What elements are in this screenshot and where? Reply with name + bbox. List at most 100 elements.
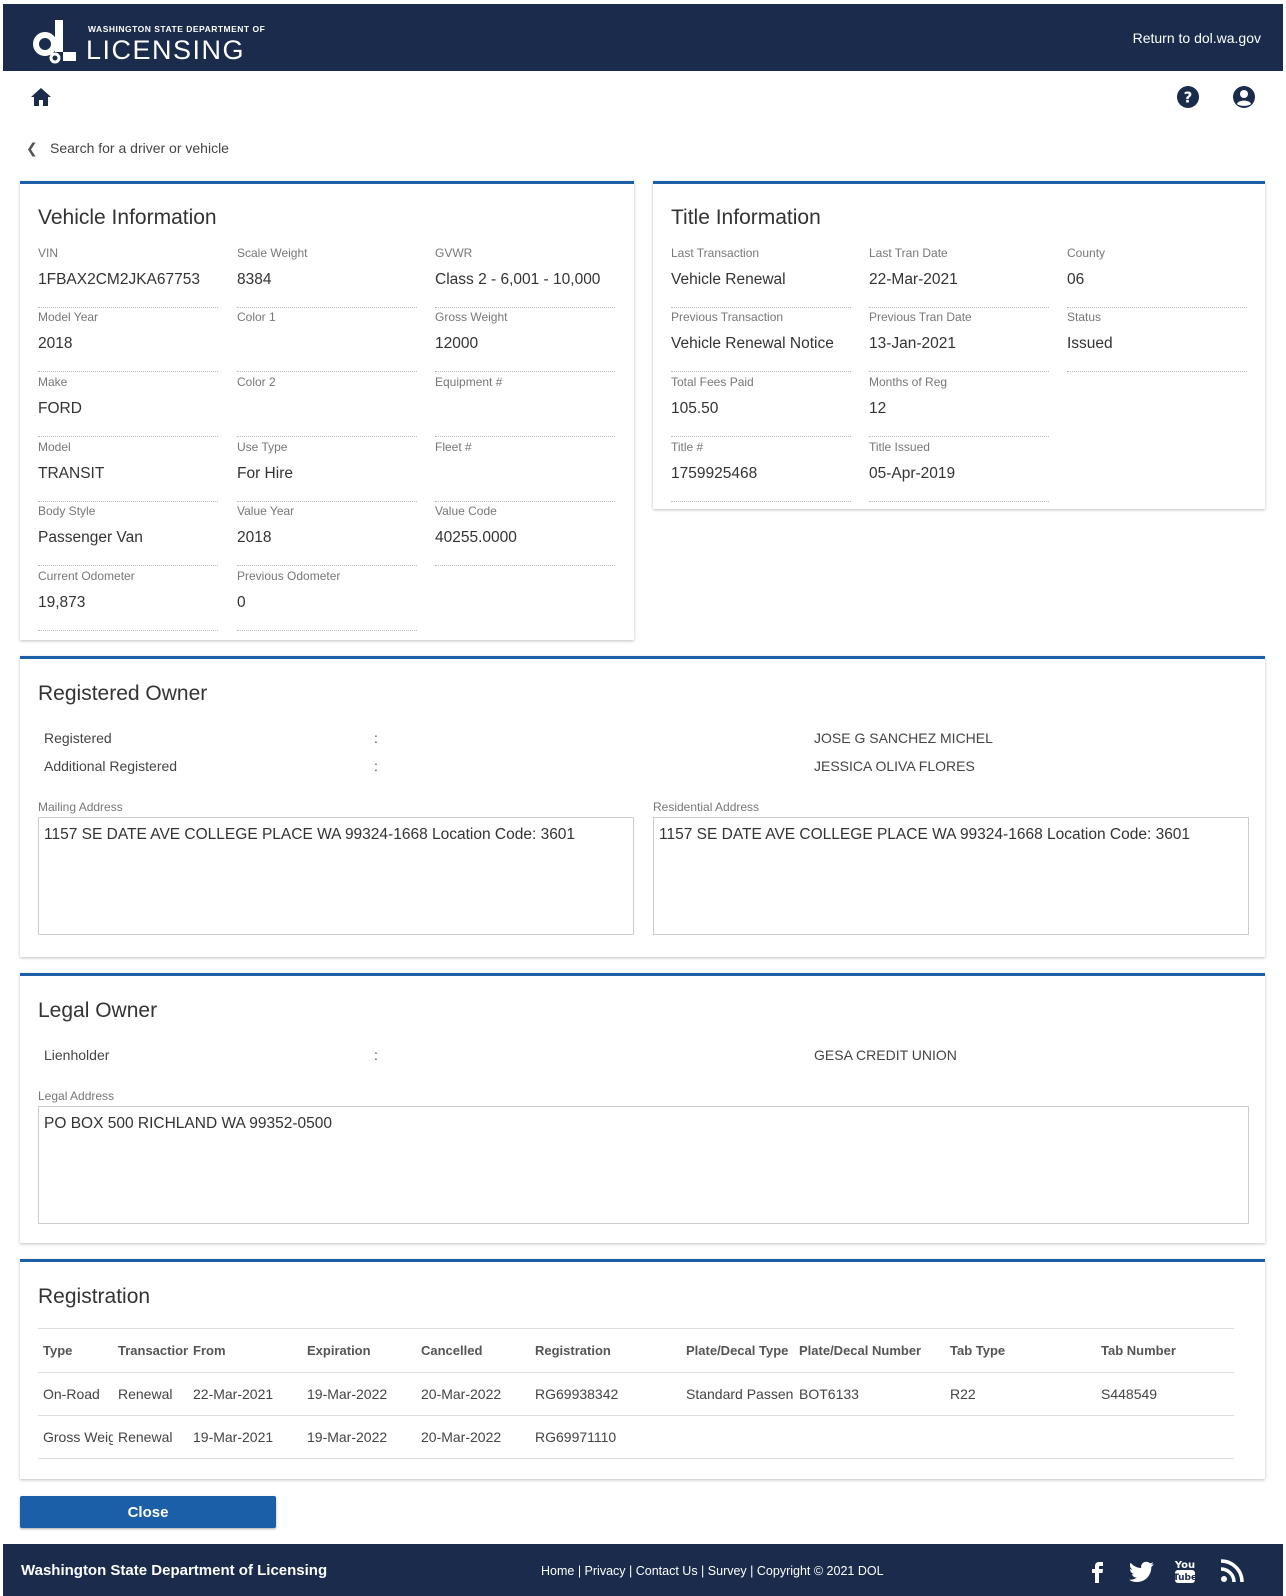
- registration-title: Registration: [38, 1285, 151, 1308]
- county-field: County 06: [1067, 246, 1247, 308]
- chevron-left-icon: ❮: [26, 140, 38, 156]
- logo-subtitle: WASHINGTON STATE DEPARTMENT OF: [88, 24, 266, 34]
- current-odometer-field: Current Odometer 19,873: [38, 569, 218, 631]
- table-cell: 22-Mar-2021: [188, 1372, 302, 1416]
- top-header: WASHINGTON STATE DEPARTMENT OF LICENSING…: [3, 4, 1283, 71]
- table-cell: RG69971110: [530, 1415, 681, 1459]
- lienholder-value: GESA CREDIT UNION: [814, 1047, 957, 1063]
- footer-links: Home | Privacy | Contact Us | Survey | C…: [541, 1564, 884, 1578]
- fleet-number-field: Fleet #: [435, 440, 615, 502]
- col-tab-number[interactable]: Tab Number: [1096, 1328, 1234, 1373]
- table-cell: S448549: [1096, 1372, 1234, 1416]
- previous-transaction-field: Previous Transaction Vehicle Renewal Not…: [671, 310, 851, 372]
- registration-header-row: Type Transaction From Expiration Cancell…: [38, 1328, 1234, 1373]
- title-issued-field: Title Issued 05-Apr-2019: [869, 440, 1049, 502]
- title-information-card: Title Information Last Transaction Vehic…: [653, 181, 1265, 509]
- footer-separator: |: [746, 1564, 757, 1578]
- additional-registered-value: JESSICA OLIVA FLORES: [814, 758, 975, 774]
- gross-weight-field: Gross Weight 12000: [435, 310, 615, 372]
- footer-separator: |: [625, 1564, 636, 1578]
- footer-copyright[interactable]: Copyright © 2021 DOL: [757, 1564, 884, 1578]
- col-from[interactable]: From: [188, 1328, 302, 1373]
- breadcrumb-back-link[interactable]: ❮ Search for a driver or vehicle: [26, 140, 229, 157]
- last-transaction-field: Last Transaction Vehicle Renewal: [671, 246, 851, 308]
- footer-link-survey[interactable]: Survey: [708, 1564, 747, 1578]
- title-information-title: Title Information: [671, 206, 821, 229]
- scale-weight-field: Scale Weight 8384: [237, 246, 417, 308]
- col-plate-decal-number[interactable]: Plate/Decal Number: [794, 1328, 945, 1373]
- legal-owner-card: Legal Owner Lienholder : GESA CREDIT UNI…: [20, 973, 1265, 1243]
- table-cell: Renewal: [113, 1415, 188, 1459]
- total-fees-paid-field: Total Fees Paid 105.50: [671, 375, 851, 437]
- mailing-address-label: Mailing Address: [38, 800, 123, 814]
- svg-text:Tube: Tube: [1173, 1573, 1197, 1583]
- table-cell: [945, 1415, 1096, 1459]
- value-code-field: Value Code 40255.0000: [435, 504, 615, 566]
- col-expiration[interactable]: Expiration: [302, 1328, 416, 1373]
- col-transaction[interactable]: Transaction: [113, 1328, 188, 1373]
- facebook-icon[interactable]: [1082, 1556, 1112, 1586]
- vehicle-information-card: Vehicle Information VIN 1FBAX2CM2JKA6775…: [20, 181, 634, 640]
- months-of-reg-field: Months of Reg 12: [869, 375, 1049, 437]
- table-cell: [1096, 1415, 1234, 1459]
- close-button[interactable]: Close: [20, 1496, 276, 1528]
- title-number-field: Title # 1759925468: [671, 440, 851, 502]
- table-row: On-Road Renewal 22-Mar-2021 19-Mar-2022 …: [38, 1372, 1234, 1416]
- registration-card: Registration Type Transaction From Expir…: [20, 1259, 1265, 1479]
- registered-label: Registered: [44, 730, 112, 746]
- col-tab-type[interactable]: Tab Type: [945, 1328, 1096, 1373]
- table-cell: [681, 1415, 794, 1459]
- color-1-field: Color 1: [237, 310, 417, 372]
- footer-link-privacy[interactable]: Privacy: [585, 1564, 626, 1578]
- value-year-field: Value Year 2018: [237, 504, 417, 566]
- registration-table: Type Transaction From Expiration Cancell…: [38, 1328, 1234, 1459]
- lienholder-colon: :: [374, 1047, 378, 1063]
- table-cell: BOT6133: [794, 1372, 945, 1416]
- additional-registered-colon: :: [374, 758, 378, 774]
- last-tran-date-field: Last Tran Date 22-Mar-2021: [869, 246, 1049, 308]
- legal-owner-title: Legal Owner: [38, 999, 158, 1022]
- model-year-field: Model Year 2018: [38, 310, 218, 372]
- return-to-dol-link[interactable]: Return to dol.wa.gov: [1133, 30, 1261, 46]
- col-plate-decal-type[interactable]: Plate/Decal Type: [681, 1328, 794, 1373]
- breadcrumb-label: Search for a driver or vehicle: [50, 140, 229, 156]
- col-type[interactable]: Type: [38, 1328, 113, 1373]
- rss-icon[interactable]: [1217, 1556, 1247, 1586]
- gvwr-field: GVWR Class 2 - 6,001 - 10,000: [435, 246, 615, 308]
- help-icon[interactable]: ?: [1176, 85, 1200, 109]
- home-icon[interactable]: [30, 86, 52, 108]
- dol-logo[interactable]: WASHINGTON STATE DEPARTMENT OF LICENSING: [33, 18, 273, 64]
- footer-separator: |: [574, 1564, 585, 1578]
- previous-odometer-field: Previous Odometer 0: [237, 569, 417, 631]
- vin-field: VIN 1FBAX2CM2JKA67753: [38, 246, 218, 308]
- body-style-field: Body Style Passenger Van: [38, 504, 218, 566]
- youtube-icon[interactable]: You Tube: [1170, 1556, 1200, 1586]
- twitter-icon[interactable]: [1127, 1556, 1157, 1586]
- legal-address-label: Legal Address: [38, 1089, 115, 1103]
- col-registration[interactable]: Registration: [530, 1328, 681, 1373]
- table-cell: 20-Mar-2022: [416, 1415, 530, 1459]
- registered-colon: :: [374, 730, 378, 746]
- residential-address-box: 1157 SE DATE AVE COLLEGE PLACE WA 99324-…: [653, 817, 1249, 935]
- registered-value: JOSE G SANCHEZ MICHEL: [814, 730, 993, 746]
- previous-tran-date-field: Previous Tran Date 13-Jan-2021: [869, 310, 1049, 372]
- registered-owner-title: Registered Owner: [38, 682, 208, 705]
- make-field: Make FORD: [38, 375, 218, 437]
- table-cell: Gross Weight: [38, 1415, 113, 1459]
- col-cancelled[interactable]: Cancelled: [416, 1328, 530, 1373]
- footer-link-home[interactable]: Home: [541, 1564, 574, 1578]
- footer: Washington State Department of Licensing…: [3, 1544, 1283, 1596]
- table-cell: 19-Mar-2022: [302, 1415, 416, 1459]
- table-cell: 19-Mar-2021: [188, 1415, 302, 1459]
- status-field: Status Issued: [1067, 310, 1247, 372]
- table-cell: RG69938342: [530, 1372, 681, 1416]
- registered-owner-card: Registered Owner Registered : JOSE G SAN…: [20, 656, 1265, 957]
- vehicle-information-title: Vehicle Information: [38, 206, 217, 229]
- table-cell: 20-Mar-2022: [416, 1372, 530, 1416]
- use-type-field: Use Type For Hire: [237, 440, 417, 502]
- lienholder-label: Lienholder: [44, 1047, 110, 1063]
- footer-link-contact-us[interactable]: Contact Us: [636, 1564, 698, 1578]
- equipment-number-field: Equipment #: [435, 375, 615, 437]
- user-icon[interactable]: [1232, 85, 1256, 109]
- svg-text:You: You: [1174, 1560, 1195, 1571]
